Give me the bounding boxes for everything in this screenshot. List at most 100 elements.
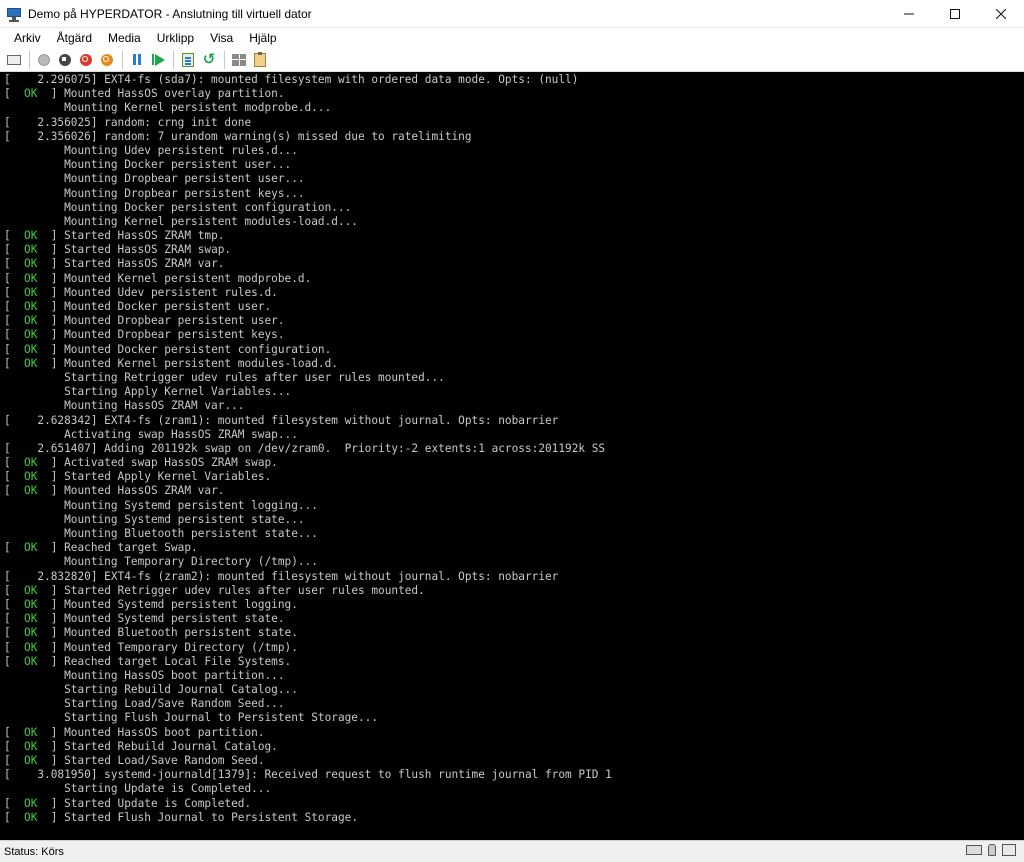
minimize-button[interactable]: [886, 0, 932, 28]
ok-status: OK: [24, 626, 38, 640]
console-line: Mounting Udev persistent rules.d...: [4, 143, 298, 157]
console-line: Starting Rebuild Journal Catalog...: [4, 683, 298, 697]
menu-urklipp[interactable]: Urklipp: [149, 28, 202, 48]
power-button[interactable]: [97, 50, 117, 70]
start-icon: [38, 53, 50, 66]
ok-status: OK: [24, 541, 38, 555]
console-line: Mounting HassOS ZRAM var...: [4, 399, 245, 413]
console-line: Mounting Bluetooth persistent state...: [4, 527, 318, 540]
console-line-text: Reached target Local File Systems.: [64, 654, 292, 668]
console-line: [ OK ] Mounted Temporary Directory (/tmp…: [4, 640, 298, 654]
console-line-text: Mounted Temporary Directory (/tmp).: [64, 640, 298, 654]
share-button[interactable]: [250, 50, 270, 70]
ok-status: OK: [24, 796, 38, 810]
power-icon: [101, 53, 113, 66]
pause-button[interactable]: [127, 50, 147, 70]
minimize-icon: [904, 13, 914, 15]
menu-visa[interactable]: Visa: [202, 28, 241, 48]
ok-status: OK: [24, 583, 38, 597]
console-line: [ 3.081950] systemd-journald[1379]: Rece…: [4, 768, 612, 782]
menu-media[interactable]: Media: [100, 28, 149, 48]
menu-atgard[interactable]: Åtgärd: [49, 28, 100, 48]
console-line: [ 2.628342] EXT4-fs (zram1): mounted fil…: [4, 413, 559, 427]
console-line: Mounting Docker persistent configuration…: [4, 200, 352, 214]
ok-status: OK: [24, 87, 38, 101]
console-line: Starting Flush Journal to Persistent Sto…: [4, 711, 379, 725]
revert-icon: ↺: [202, 50, 216, 68]
console-line-text: Started Flush Journal to Persistent Stor…: [64, 810, 359, 824]
ok-status: OK: [24, 328, 38, 342]
menu-bar: Arkiv Åtgärd Media Urklipp Visa Hjälp: [0, 28, 1024, 48]
ok-status: OK: [24, 257, 38, 271]
toolbar-separator: [29, 50, 30, 69]
console-line: Mounting Systemd persistent state...: [4, 512, 305, 526]
close-button[interactable]: [978, 0, 1024, 28]
console-line: Starting Apply Kernel Variables...: [4, 385, 292, 399]
title-bar[interactable]: Demo på HYPERDATOR - Anslutning till vir…: [0, 0, 1024, 28]
console-line: Mounting Kernel persistent modules-load.…: [4, 214, 358, 228]
ok-status: OK: [24, 456, 38, 470]
console-line: [ OK ] Activated swap HassOS ZRAM swap.: [4, 456, 278, 470]
ok-status: OK: [24, 810, 38, 824]
console-line-text: Started HassOS ZRAM tmp.: [64, 229, 225, 243]
console-line: Mounting Temporary Directory (/tmp)...: [4, 555, 318, 569]
ctrl-alt-del-icon: [7, 54, 21, 65]
console-line-text: Mounted HassOS ZRAM var.: [64, 484, 225, 498]
console-line: [ OK ] Mounted HassOS boot partition.: [4, 725, 265, 739]
checkpoint-icon: [182, 52, 194, 67]
shut-down-button[interactable]: [76, 50, 96, 70]
console-line: [ 2.296075] EXT4-fs (sda7): mounted file…: [4, 73, 579, 86]
console-line: [ OK ] Mounted HassOS ZRAM var.: [4, 484, 225, 498]
console-line: [ OK ] Mounted Systemd persistent state.: [4, 612, 285, 626]
console-line: Mounting Kernel persistent modprobe.d...: [4, 101, 332, 115]
maximize-button[interactable]: [932, 0, 978, 28]
close-icon: [996, 9, 1006, 19]
ctrl-alt-del-button[interactable]: [4, 50, 24, 70]
menu-arkiv[interactable]: Arkiv: [6, 28, 49, 48]
console-line-text: Activated swap HassOS ZRAM swap.: [64, 456, 278, 470]
menu-hjalp[interactable]: Hjälp: [241, 28, 284, 48]
console-line: [ OK ] Mounted Udev persistent rules.d.: [4, 285, 278, 299]
console-line: Activating swap HassOS ZRAM swap...: [4, 427, 298, 441]
console-line-text: Mounted Docker persistent user.: [64, 300, 272, 313]
console-line: [ OK ] Reached target Swap.: [4, 541, 198, 555]
ok-status: OK: [24, 484, 38, 498]
resume-button[interactable]: [148, 50, 168, 70]
ok-status: OK: [24, 597, 38, 611]
console-line: [ OK ] Started Update is Completed.: [4, 796, 252, 810]
shut-down-icon: [80, 53, 92, 66]
toolbar: ↺: [0, 48, 1024, 72]
console-line-text: Started Apply Kernel Variables.: [64, 470, 272, 484]
ok-status: OK: [24, 229, 38, 243]
console-line: [ OK ] Started Retrigger udev rules afte…: [4, 583, 425, 597]
console-line-text: Mounted Bluetooth persistent state.: [64, 626, 298, 640]
console-line: Mounting Systemd persistent logging...: [4, 498, 318, 512]
ok-status: OK: [24, 356, 38, 370]
console-line: [ OK ] Started HassOS ZRAM tmp.: [4, 229, 225, 243]
console-line-text: Started Rebuild Journal Catalog.: [64, 739, 278, 753]
turn-off-button[interactable]: [55, 50, 75, 70]
status-bar: Status: Körs: [0, 840, 1024, 862]
console-line: [ OK ] Mounted HassOS overlay partition.: [4, 87, 285, 101]
console-line: [ OK ] Reached target Local File Systems…: [4, 654, 292, 668]
revert-button[interactable]: ↺: [199, 50, 219, 70]
window-title: Demo på HYPERDATOR - Anslutning till vir…: [28, 6, 312, 21]
ok-status: OK: [24, 739, 38, 753]
vm-connection-icon: [6, 6, 22, 22]
toolbar-separator: [224, 50, 225, 69]
ok-status: OK: [24, 654, 38, 668]
console-line-text: Mounted Kernel persistent modprobe.d.: [64, 271, 312, 285]
start-button[interactable]: [34, 50, 54, 70]
console-line: [ OK ] Started HassOS ZRAM var.: [4, 257, 225, 271]
console-line-text: Mounted Systemd persistent logging.: [64, 597, 298, 611]
console-line: [ OK ] Started Flush Journal to Persiste…: [4, 810, 359, 824]
keyboard-icon: [966, 845, 982, 855]
console-line-text: Mounted HassOS boot partition.: [64, 725, 265, 739]
checkpoint-button[interactable]: [178, 50, 198, 70]
enhanced-session-button[interactable]: [229, 50, 249, 70]
console-line-text: Mounted Kernel persistent modules-load.d…: [64, 356, 338, 370]
console-line-text: Started HassOS ZRAM var.: [64, 257, 225, 271]
vm-console-screen[interactable]: [ 2.296075] EXT4-fs (sda7): mounted file…: [0, 72, 1024, 840]
console-line: [ 2.356025] random: crng init done: [4, 115, 252, 129]
ok-status: OK: [24, 300, 38, 313]
